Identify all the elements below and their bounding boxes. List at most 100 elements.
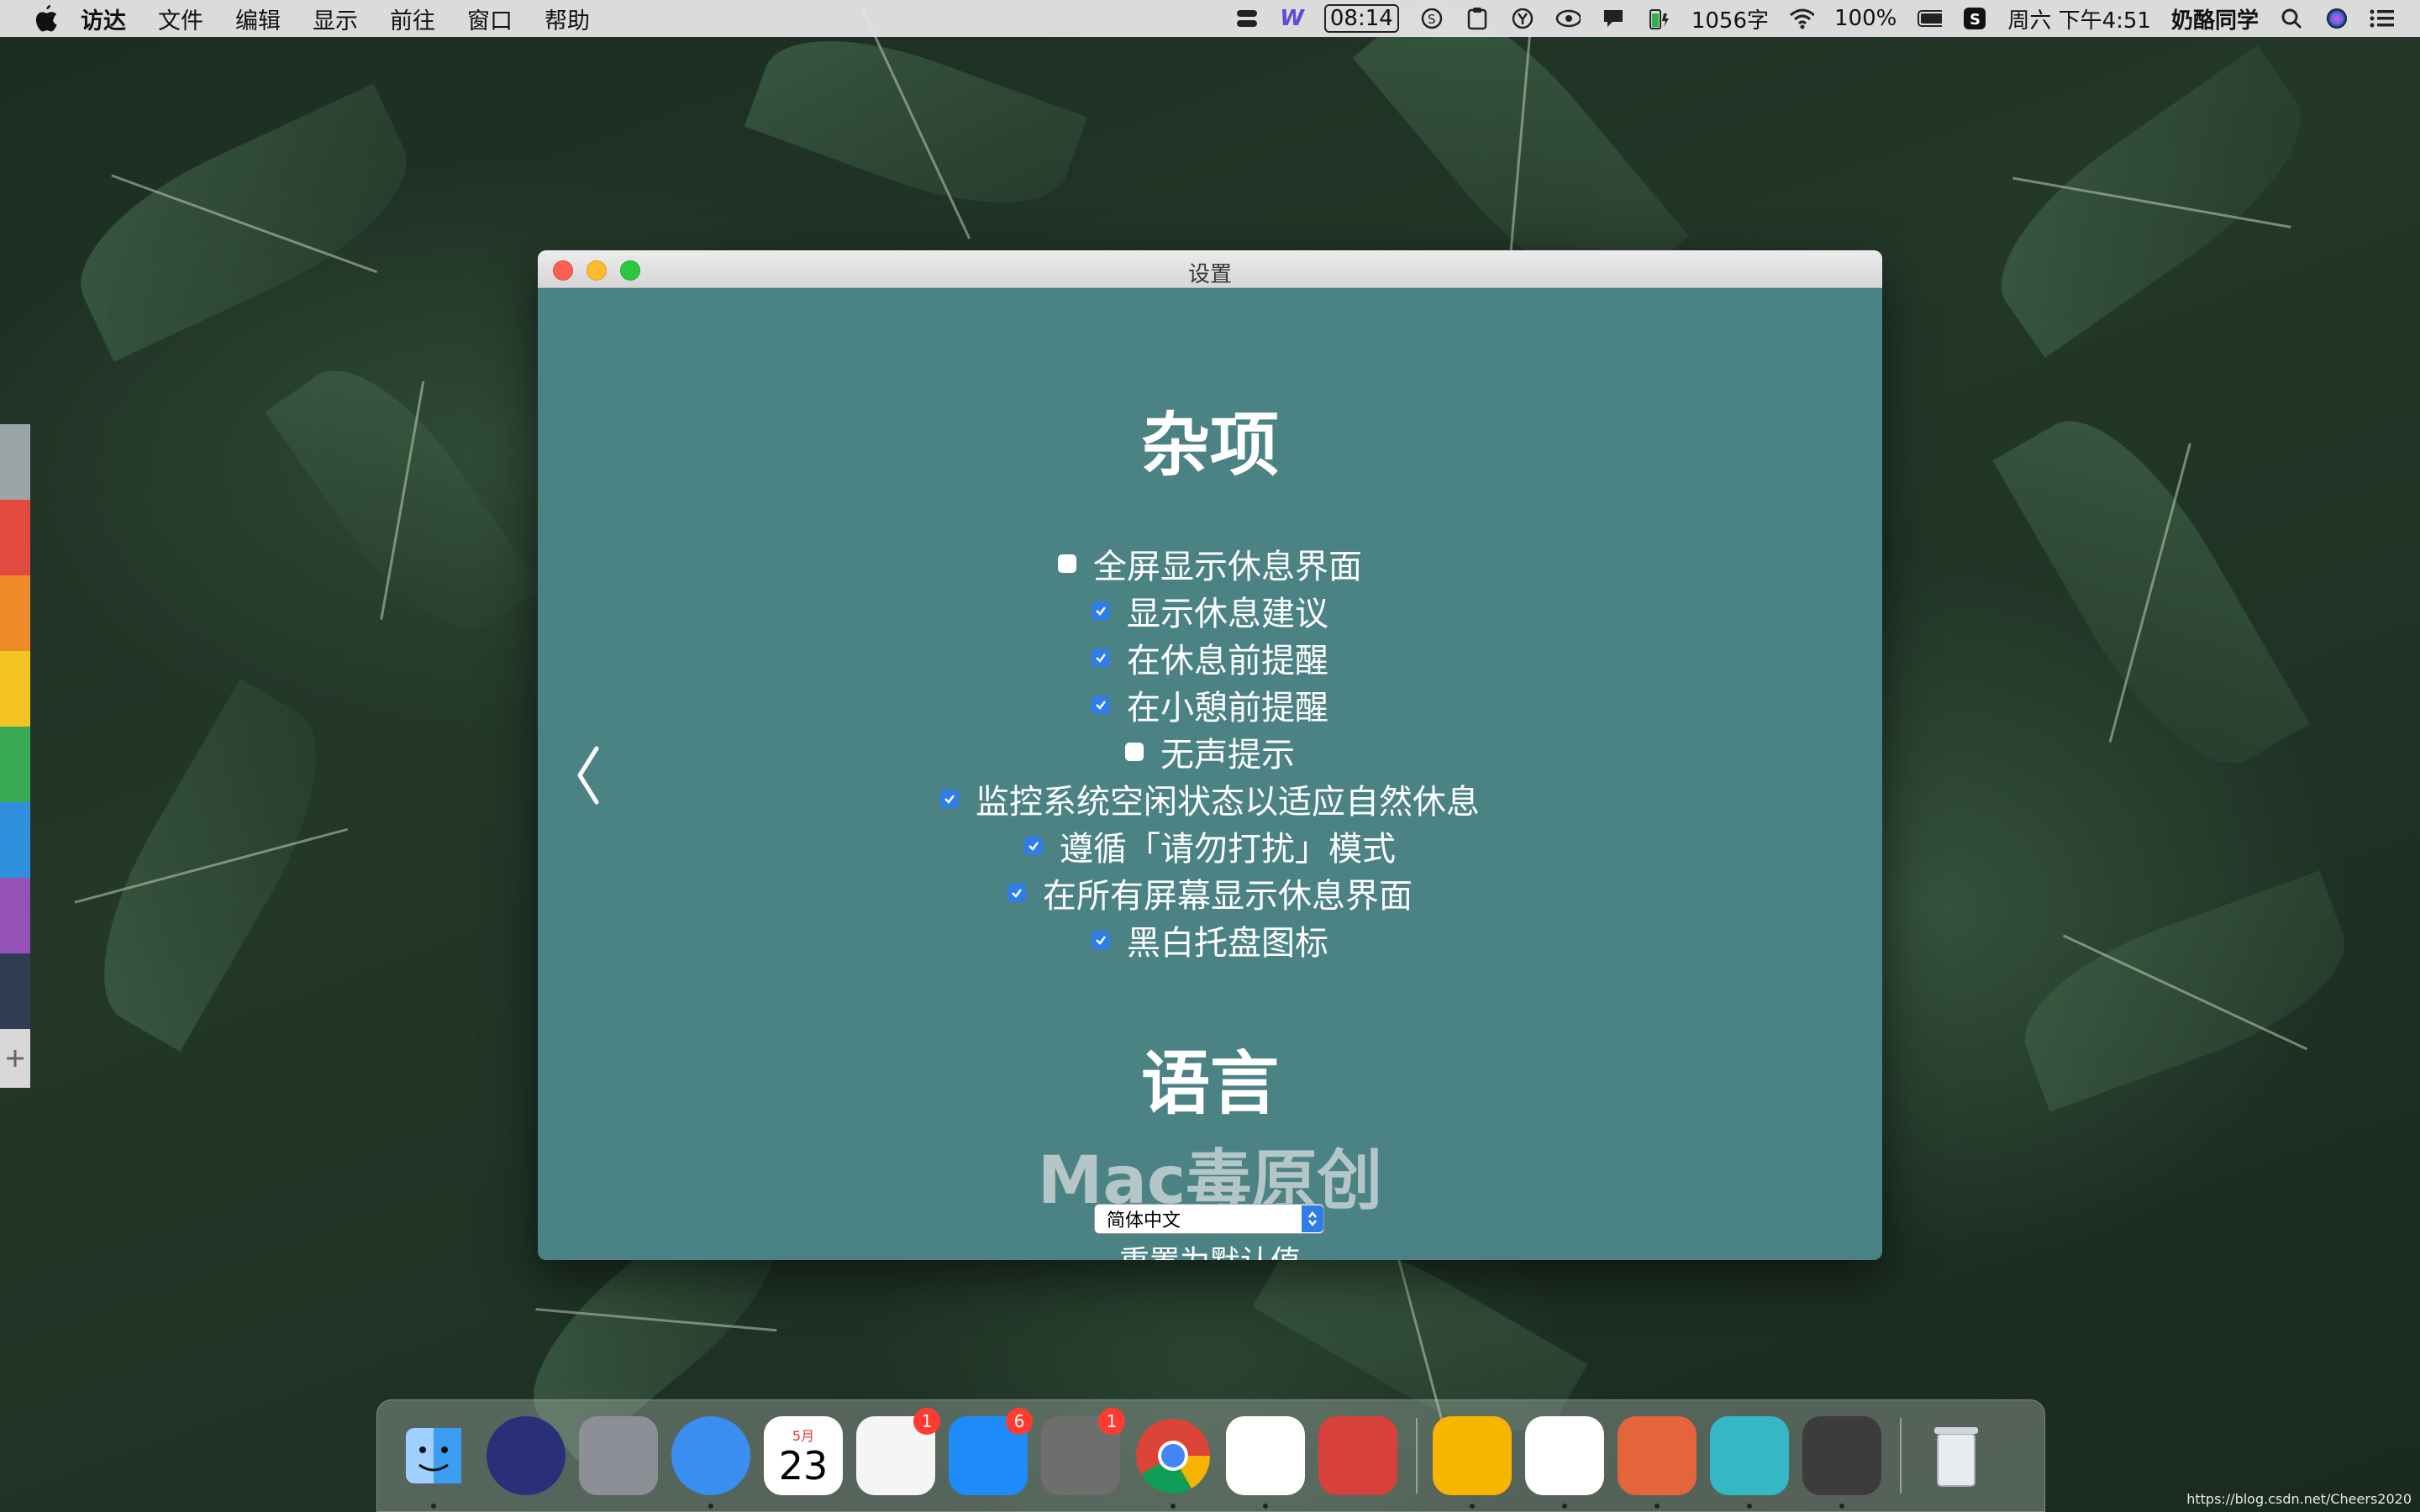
menu-view[interactable]: 显示	[313, 3, 358, 35]
option-row[interactable]: 全屏显示休息界面	[538, 540, 1882, 587]
running-indicator	[1747, 1504, 1752, 1509]
running-indicator	[1562, 1504, 1567, 1509]
battery-charge-icon[interactable]	[1646, 6, 1671, 31]
option-row[interactable]: 显示休息建议	[538, 587, 1882, 634]
window-titlebar[interactable]: 设置	[538, 250, 1882, 288]
menu-file[interactable]: 文件	[158, 3, 203, 35]
add-color-button[interactable]	[0, 1029, 30, 1088]
dock-chrome-icon[interactable]	[1134, 1416, 1213, 1509]
dock-video-app-icon[interactable]	[1802, 1416, 1881, 1509]
search-icon[interactable]	[2279, 6, 2304, 31]
menu-bar: 访达 文件 编辑 显示 前往 窗口 帮助 W 08:14 S 1056字 100…	[0, 0, 2420, 37]
svg-text:S: S	[1428, 12, 1436, 27]
datetime[interactable]: 周六 下午4:51	[2007, 3, 2151, 34]
siri-icon[interactable]	[2324, 6, 2349, 31]
dock-photos-icon[interactable]: 1	[856, 1408, 940, 1495]
option-checkbox[interactable]	[1092, 601, 1110, 620]
option-checkbox[interactable]	[1007, 884, 1026, 902]
dock-siri-icon[interactable]	[487, 1416, 566, 1495]
dock-separator	[1900, 1418, 1902, 1494]
apple-icon[interactable]	[32, 4, 60, 33]
settings-window: 设置 杂项 全屏显示休息界面 显示休息建议 在休息前提醒 在小憩前提醒 无声提示 监控系统…	[538, 250, 1882, 1260]
language-section-title: 语言	[1140, 1044, 1279, 1124]
dock-finder-icon[interactable]	[394, 1416, 473, 1509]
user-name[interactable]: 奶酪同学	[2171, 3, 2259, 34]
svg-text:S: S	[1970, 11, 1981, 29]
battery-icon[interactable]	[1917, 6, 1943, 31]
dock-separator	[1416, 1418, 1418, 1494]
option-label: 显示休息建议	[1127, 595, 1328, 633]
notification-badge: 6	[1006, 1408, 1033, 1435]
dock-safari-icon[interactable]	[671, 1416, 750, 1509]
option-label: 遵循「请勿打扰」模式	[1060, 830, 1396, 869]
running-indicator	[431, 1504, 436, 1509]
s-app-icon[interactable]: S	[1962, 6, 1987, 31]
menu-help[interactable]: 帮助	[544, 3, 590, 35]
dock-bear-icon[interactable]	[1318, 1416, 1397, 1495]
option-label: 在小憩前提醒	[1127, 689, 1328, 727]
option-label: 无声提示	[1160, 736, 1295, 774]
option-checkbox[interactable]	[1024, 837, 1043, 855]
language-select-value: 简体中文	[1107, 1210, 1181, 1231]
reset-defaults-button[interactable]: 重置为默认值	[538, 1237, 1882, 1260]
running-indicator	[1171, 1504, 1176, 1509]
control-toggle-icon[interactable]	[1234, 6, 1260, 31]
running-indicator	[1655, 1504, 1660, 1509]
menu-window[interactable]: 窗口	[467, 3, 513, 35]
dock-launchpad-icon[interactable]	[579, 1416, 658, 1495]
option-row[interactable]: 在休息前提醒	[538, 634, 1882, 681]
color-swatch[interactable]	[0, 802, 30, 878]
calendar-day: 23	[778, 1443, 829, 1488]
dock-system-preferences-icon[interactable]: 1	[1041, 1408, 1125, 1495]
color-swatch[interactable]	[0, 424, 30, 500]
running-indicator	[1470, 1504, 1475, 1509]
menu-app-finder[interactable]: 访达	[81, 3, 126, 35]
option-row[interactable]: 在所有屏幕显示休息界面	[538, 869, 1882, 916]
notification-icon[interactable]	[1601, 6, 1626, 31]
word-count[interactable]: 1056字	[1691, 3, 1769, 34]
select-arrows-icon	[1302, 1205, 1323, 1232]
option-row[interactable]: 在小憩前提醒	[538, 681, 1882, 728]
dock-baidu-netdisk-icon[interactable]	[1525, 1416, 1604, 1509]
battery-percent[interactable]: 100%	[1834, 6, 1897, 31]
wifi-icon[interactable]	[1789, 6, 1814, 31]
option-checkbox[interactable]	[1092, 648, 1110, 667]
y-circle-icon[interactable]	[1510, 6, 1535, 31]
language-select[interactable]: 简体中文	[1094, 1204, 1324, 1234]
dock-trash-icon[interactable]	[1917, 1416, 1996, 1495]
dock-calendar-icon[interactable]: 5月 23	[764, 1416, 843, 1495]
notification-center-icon[interactable]	[2370, 6, 2395, 31]
option-row[interactable]: 无声提示	[538, 728, 1882, 775]
timer-display[interactable]: 08:14	[1323, 4, 1399, 33]
option-label: 在休息前提醒	[1127, 642, 1328, 680]
option-row[interactable]: 黑白托盘图标	[538, 916, 1882, 963]
dock-app-store-icon[interactable]: 6	[949, 1408, 1033, 1495]
menu-go[interactable]: 前往	[390, 3, 435, 35]
clipboard-icon[interactable]	[1465, 6, 1490, 31]
dock-deer-app-icon[interactable]	[1618, 1416, 1697, 1509]
menu-edit[interactable]: 编辑	[235, 3, 281, 35]
color-swatch[interactable]	[0, 575, 30, 651]
option-checkbox[interactable]	[1092, 696, 1110, 714]
dock-paper-plane-icon[interactable]	[1226, 1416, 1305, 1509]
color-swatch[interactable]	[0, 651, 30, 727]
option-checkbox[interactable]	[940, 790, 959, 808]
option-row[interactable]: 遵循「请勿打扰」模式	[538, 822, 1882, 869]
option-checkbox[interactable]	[1092, 931, 1110, 949]
option-label: 全屏显示休息界面	[1093, 548, 1362, 586]
color-swatch[interactable]	[0, 500, 30, 575]
w-app-icon[interactable]: W	[1280, 6, 1304, 31]
creative-cloud-icon[interactable]	[1555, 6, 1581, 31]
dock-scissors-app-icon[interactable]	[1710, 1416, 1789, 1509]
color-swatch[interactable]	[0, 953, 30, 1029]
color-swatch[interactable]	[0, 727, 30, 802]
option-label: 黑白托盘图标	[1127, 924, 1328, 963]
running-indicator	[1839, 1504, 1844, 1509]
color-swatch[interactable]	[0, 878, 30, 953]
s-circle-icon[interactable]: S	[1419, 6, 1444, 31]
option-label: 监控系统空闲状态以适应自然休息	[976, 783, 1480, 822]
option-checkbox[interactable]	[1058, 554, 1076, 573]
option-checkbox[interactable]	[1125, 743, 1144, 761]
option-row[interactable]: 监控系统空闲状态以适应自然休息	[538, 775, 1882, 822]
dock-sketch-icon[interactable]	[1433, 1416, 1512, 1509]
